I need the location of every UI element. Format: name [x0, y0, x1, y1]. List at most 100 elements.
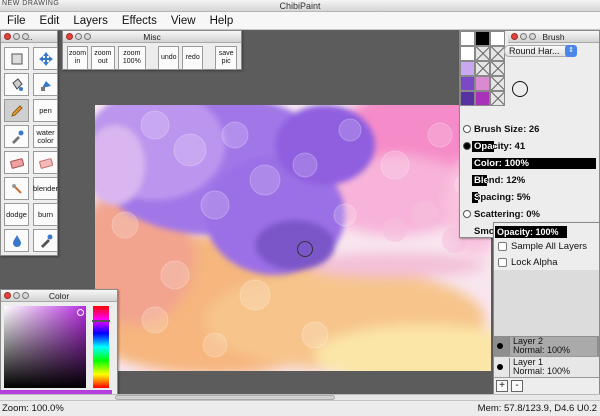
close-icon[interactable] [66, 33, 73, 40]
water-drop-tool-button[interactable] [4, 229, 29, 252]
layer-mode: Normal: 100% [513, 366, 571, 376]
radio-icon[interactable] [463, 210, 471, 218]
soft-eraser-icon [38, 157, 53, 169]
minimize-icon[interactable] [75, 33, 82, 40]
spacing-label: Spacing: 5% [474, 192, 531, 203]
color-palette: Color [0, 289, 118, 395]
blend-slider[interactable]: Blend: 12% [460, 172, 599, 189]
opacity-label: Opacity: 41 [474, 141, 526, 152]
empty-swatch[interactable] [490, 46, 505, 61]
layer-opacity-slider[interactable]: Opacity: 100% [495, 226, 567, 238]
pencil-icon [10, 104, 23, 117]
hue-slider-marker[interactable] [92, 320, 110, 322]
sample-all-layers-row[interactable]: Sample All Layers [494, 238, 599, 254]
empty-swatch[interactable] [475, 61, 490, 76]
swatch[interactable] [490, 31, 505, 46]
swatch[interactable] [460, 76, 475, 91]
hue-slider[interactable] [93, 306, 109, 388]
brush-size-slider[interactable]: Brush Size: 26 [460, 121, 599, 138]
pen-tool-button[interactable]: pen [33, 99, 58, 122]
zoom-100-button[interactable]: zoom 100% [117, 46, 147, 70]
brush-tool-button[interactable] [33, 229, 58, 252]
zoom-in-button[interactable]: zoom in [67, 46, 88, 70]
minimize-icon[interactable] [13, 33, 20, 40]
status-bar: Zoom: 100.0% Mem: 57.8/123.9, D4.6 U0.2 [0, 400, 600, 416]
scattering-slider[interactable]: Scattering: 0% [460, 206, 599, 223]
zoom-out-button[interactable]: zoom out [91, 46, 115, 70]
layer-visibility-icon[interactable] [497, 343, 503, 349]
swatch[interactable] [475, 31, 490, 46]
menu-edit[interactable]: Edit [33, 12, 67, 30]
swatch[interactable] [460, 46, 475, 61]
zoom-icon[interactable] [529, 33, 536, 40]
layer-row[interactable]: Layer 1 Normal: 100% [494, 357, 599, 378]
move-tool-button[interactable] [33, 47, 58, 70]
brush-preset-select[interactable]: Round Har... ⇕ [504, 45, 577, 57]
layer-visibility-icon[interactable] [497, 364, 503, 370]
flood-fill-tool-button[interactable] [4, 73, 29, 96]
swatch[interactable] [460, 91, 475, 106]
rotate-tool-button[interactable] [33, 73, 58, 96]
lock-alpha-row[interactable]: Lock Alpha [494, 254, 599, 270]
chevron-updown-icon: ⇕ [565, 45, 577, 57]
layer-mode: Normal: 100% [513, 345, 571, 355]
close-icon[interactable] [4, 292, 11, 299]
add-layer-button[interactable]: + [496, 380, 508, 392]
sv-picker-marker[interactable] [77, 309, 84, 316]
misc-palette: Misc zoom in zoom out zoom 100% undo red… [62, 30, 242, 70]
zoom-icon[interactable] [22, 292, 29, 299]
redo-button[interactable]: redo [182, 46, 204, 70]
color-label: Color: 100% [474, 158, 529, 169]
eraser-icon [9, 157, 24, 169]
swatch[interactable] [460, 61, 475, 76]
drawing-canvas[interactable] [95, 105, 491, 371]
soft-eraser-tool-button[interactable] [33, 151, 58, 174]
sample-all-layers-checkbox[interactable] [498, 241, 507, 251]
remove-layer-button[interactable]: - [511, 380, 523, 392]
menu-effects[interactable]: Effects [115, 12, 164, 30]
swatch[interactable] [460, 31, 475, 46]
color-slider[interactable]: Color: 100% [460, 155, 599, 172]
saturation-value-picker[interactable] [4, 306, 86, 388]
dodge-tool-button[interactable]: dodge [4, 203, 29, 226]
eyedropper-tool-button[interactable] [4, 125, 29, 148]
blender-tool-button[interactable]: blender [33, 177, 58, 200]
opacity-slider[interactable]: Opacity: 41 [460, 138, 599, 155]
menu-help[interactable]: Help [203, 12, 241, 30]
radio-icon[interactable] [463, 142, 471, 150]
rotate-icon [40, 80, 51, 91]
menu-view[interactable]: View [164, 12, 203, 30]
undo-button[interactable]: undo [158, 46, 180, 70]
spacing-slider[interactable]: Spacing: 5% [460, 189, 599, 206]
save-pic-button[interactable]: save pic [215, 46, 237, 70]
rect-select-tool-button[interactable] [4, 47, 29, 70]
zoom-icon[interactable] [22, 33, 29, 40]
eraser-tool-button[interactable] [4, 151, 29, 174]
color-palette-title-bar[interactable]: Color [1, 290, 117, 302]
water-color-tool-button[interactable]: water color [33, 125, 58, 148]
empty-swatch[interactable] [475, 46, 490, 61]
minimize-icon[interactable] [13, 292, 20, 299]
menu-file[interactable]: File [0, 12, 33, 30]
close-icon[interactable] [4, 33, 11, 40]
layer-row[interactable]: Layer 2 Normal: 100% [494, 336, 599, 357]
zoom-icon[interactable] [84, 33, 91, 40]
brush-palette-title-bar[interactable]: Brush [508, 31, 599, 43]
empty-swatch[interactable] [490, 76, 505, 91]
lock-alpha-checkbox[interactable] [498, 257, 507, 267]
layers-palette: Opacity: 100% Sample All Layers Lock Alp… [493, 222, 600, 395]
smudge-tool-button[interactable] [4, 177, 29, 200]
empty-swatch[interactable] [490, 91, 505, 106]
burn-tool-button[interactable]: burn [33, 203, 58, 226]
swatch[interactable] [475, 76, 490, 91]
minimize-icon[interactable] [520, 33, 527, 40]
swatch[interactable] [475, 91, 490, 106]
radio-icon[interactable] [463, 125, 471, 133]
close-icon[interactable] [511, 33, 518, 40]
tools-palette-title-bar[interactable]: ... [1, 31, 57, 43]
misc-palette-title-bar[interactable]: Misc [63, 31, 241, 43]
menu-layers[interactable]: Layers [66, 12, 115, 30]
empty-swatch[interactable] [490, 61, 505, 76]
zoom-status: Zoom: 100.0% [2, 403, 64, 414]
pencil-tool-button[interactable] [4, 99, 29, 122]
